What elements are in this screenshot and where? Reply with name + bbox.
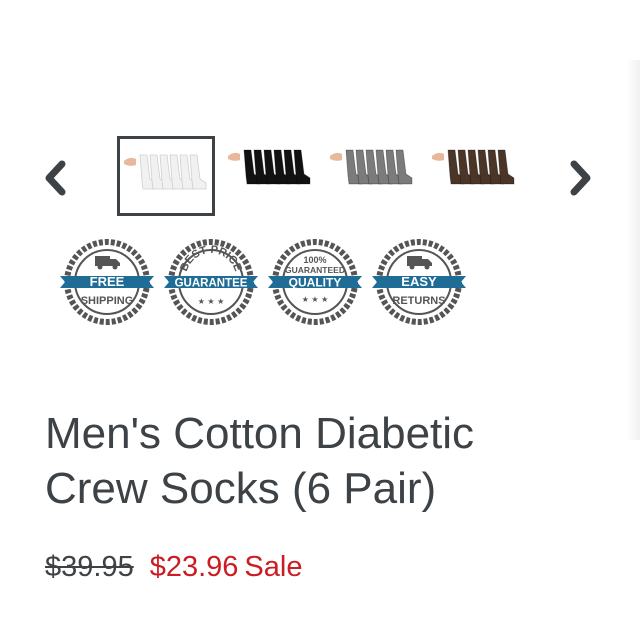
chevron-right-icon: [570, 160, 591, 196]
thumbnail-image: [124, 154, 207, 190]
thumbnail-image: [228, 149, 311, 185]
easy-returns-badge: EASY RETURNS: [370, 238, 468, 326]
stars-icon: ★ ★ ★: [198, 297, 225, 306]
product-title-line2: Crew Socks (6 Pair): [45, 464, 437, 513]
thumbnail-image: [432, 149, 515, 185]
thumbnail-image: [330, 149, 413, 185]
svg-text:★ ★ ★: ★ ★ ★: [302, 295, 329, 304]
badge-line2: SHIPPING: [81, 295, 134, 307]
carousel-next-button[interactable]: [562, 158, 596, 198]
badge-banner: GUARANTEE: [175, 278, 248, 290]
chevron-left-icon: [45, 160, 66, 196]
svg-text:★ ★ ★: ★ ★ ★: [198, 297, 225, 306]
product-title-line1: Men's Cotton Diabetic: [45, 409, 475, 458]
guaranteed-quality-badge: 100% GUARANTEED QUALITY ★ ★ ★: [266, 238, 364, 326]
hand-shape: [228, 152, 240, 161]
free-shipping-badge: FREE SHIPPING: [58, 238, 156, 326]
sock-shape: [395, 149, 413, 185]
sock-shape: [497, 149, 515, 185]
thumbnail-black[interactable]: [222, 136, 320, 216]
thumbnail-grey[interactable]: [324, 136, 422, 216]
badge-line2: RETURNS: [392, 295, 445, 307]
sale-price: $23.96: [149, 551, 239, 583]
hand-shape: [432, 152, 444, 161]
stars-icon: ★ ★ ★: [302, 295, 329, 304]
trust-badges: FREE SHIPPING BEST PRICE GUARANTEE ★ ★ ★: [0, 238, 640, 328]
hand-shape: [330, 152, 342, 161]
thumbnail-brown[interactable]: [426, 136, 524, 216]
sock-shape: [293, 149, 311, 185]
sale-label: Sale: [244, 551, 303, 583]
badge-line1: EASY: [401, 274, 437, 289]
thumbnail-white[interactable]: [117, 136, 215, 216]
badge-banner: QUALITY: [289, 276, 342, 290]
badge-mid: GUARANTEED: [285, 265, 345, 275]
hand-shape: [124, 157, 136, 166]
original-price: $39.95: [45, 551, 134, 583]
sock-shape: [189, 154, 207, 190]
badge-line1: FREE: [90, 274, 125, 289]
best-price-guarantee-badge: BEST PRICE GUARANTEE ★ ★ ★: [162, 238, 260, 326]
product-thumbnail-carousel: [0, 136, 640, 218]
product-price: $39.95 $23.96 Sale: [45, 549, 302, 585]
carousel-prev-button[interactable]: [40, 158, 74, 198]
badge-top: 100%: [303, 255, 326, 265]
product-title: Men's Cotton Diabetic Crew Socks (6 Pair…: [45, 406, 605, 516]
